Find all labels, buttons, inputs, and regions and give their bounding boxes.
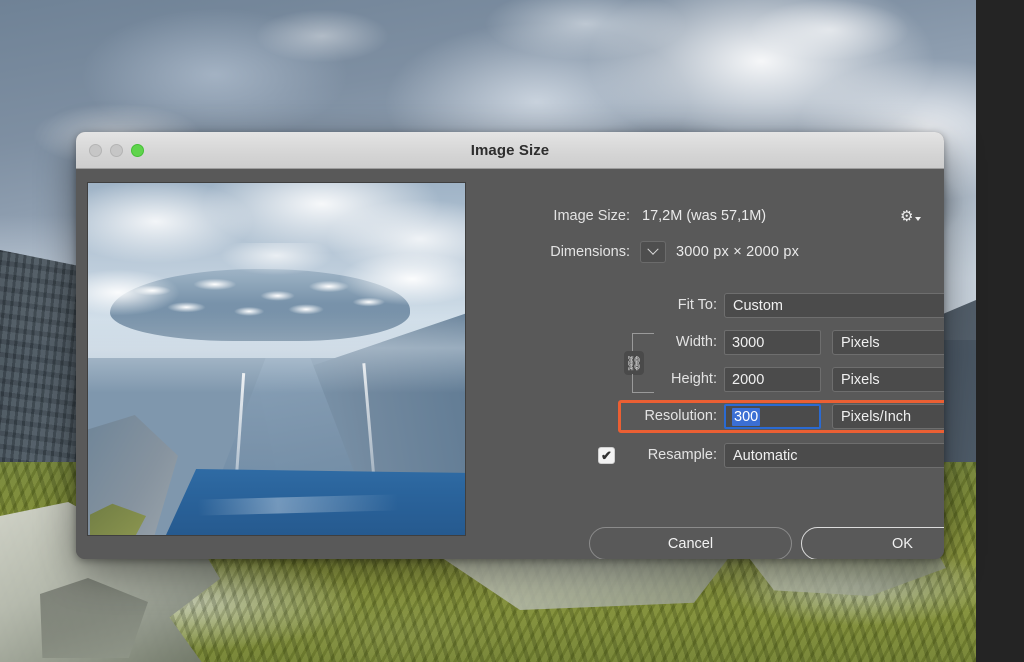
gear-icon[interactable]: ⚙ <box>900 205 926 227</box>
preview-haze <box>88 303 465 393</box>
resolution-row: Resolution: 300 Pixels/Inch <box>474 404 944 430</box>
width-unit-select[interactable]: Pixels <box>832 330 944 355</box>
image-size-label: Image Size: <box>474 208 630 224</box>
dialog-body: Image Size: 17,2M (was 57,1M) ⚙ Dimensio… <box>76 169 944 559</box>
resolution-label: Resolution: <box>474 408 717 424</box>
chevron-down-icon <box>647 244 658 255</box>
resample-select[interactable]: Automatic <box>724 443 944 468</box>
screen-bezel <box>976 0 1024 662</box>
image-size-row: Image Size: 17,2M (was 57,1M) <box>474 205 944 227</box>
resample-value: Automatic <box>733 448 797 464</box>
controls-panel: Image Size: 17,2M (was 57,1M) ⚙ Dimensio… <box>474 169 944 559</box>
width-label: Width: <box>474 334 717 350</box>
resolution-unit-value: Pixels/Inch <box>841 409 911 425</box>
image-preview[interactable] <box>87 182 466 536</box>
cancel-button[interactable]: Cancel <box>589 527 792 559</box>
dimensions-disclosure-button[interactable] <box>640 241 666 263</box>
close-button[interactable] <box>89 144 102 157</box>
fit-to-select[interactable]: Custom <box>724 293 944 318</box>
chevron-down-icon <box>915 217 921 221</box>
ok-button[interactable]: OK <box>801 527 944 559</box>
dialog-titlebar[interactable]: Image Size <box>76 132 944 169</box>
height-input[interactable]: 2000 <box>724 367 821 392</box>
dimensions-label: Dimensions: <box>474 244 630 260</box>
minimize-button[interactable] <box>110 144 123 157</box>
dialog-title: Image Size <box>471 142 550 159</box>
fit-to-label: Fit To: <box>474 297 717 313</box>
width-row: Width: 3000 Pixels <box>474 330 944 356</box>
height-unit-select[interactable]: Pixels <box>832 367 944 392</box>
resample-label: Resample: <box>504 447 717 463</box>
width-value: 3000 <box>732 335 764 351</box>
gear-glyph: ⚙ <box>900 209 913 224</box>
image-size-value: 17,2M (was 57,1M) <box>642 208 766 224</box>
resolution-unit-select[interactable]: Pixels/Inch <box>832 404 944 429</box>
height-value: 2000 <box>732 372 764 388</box>
screen: Image Size <box>0 0 1024 662</box>
height-unit-value: Pixels <box>841 372 880 388</box>
dimensions-value: 3000 px × 2000 px <box>676 244 799 260</box>
fit-to-value: Custom <box>733 298 783 314</box>
resolution-input[interactable]: 300 <box>724 404 821 429</box>
dialog-buttons: Cancel OK <box>584 527 944 559</box>
height-label: Height: <box>474 371 717 387</box>
dimensions-row: Dimensions: 3000 px × 2000 px <box>474 239 944 265</box>
image-size-dialog: Image Size <box>76 132 944 559</box>
zoom-button[interactable] <box>131 144 144 157</box>
fit-to-row: Fit To: Custom <box>474 293 944 319</box>
window-controls <box>89 144 144 157</box>
resolution-value: 300 <box>732 408 760 426</box>
height-row: Height: 2000 Pixels <box>474 367 944 393</box>
width-unit-value: Pixels <box>841 335 880 351</box>
resample-row: ✔ Resample: Automatic <box>474 443 944 469</box>
width-input[interactable]: 3000 <box>724 330 821 355</box>
